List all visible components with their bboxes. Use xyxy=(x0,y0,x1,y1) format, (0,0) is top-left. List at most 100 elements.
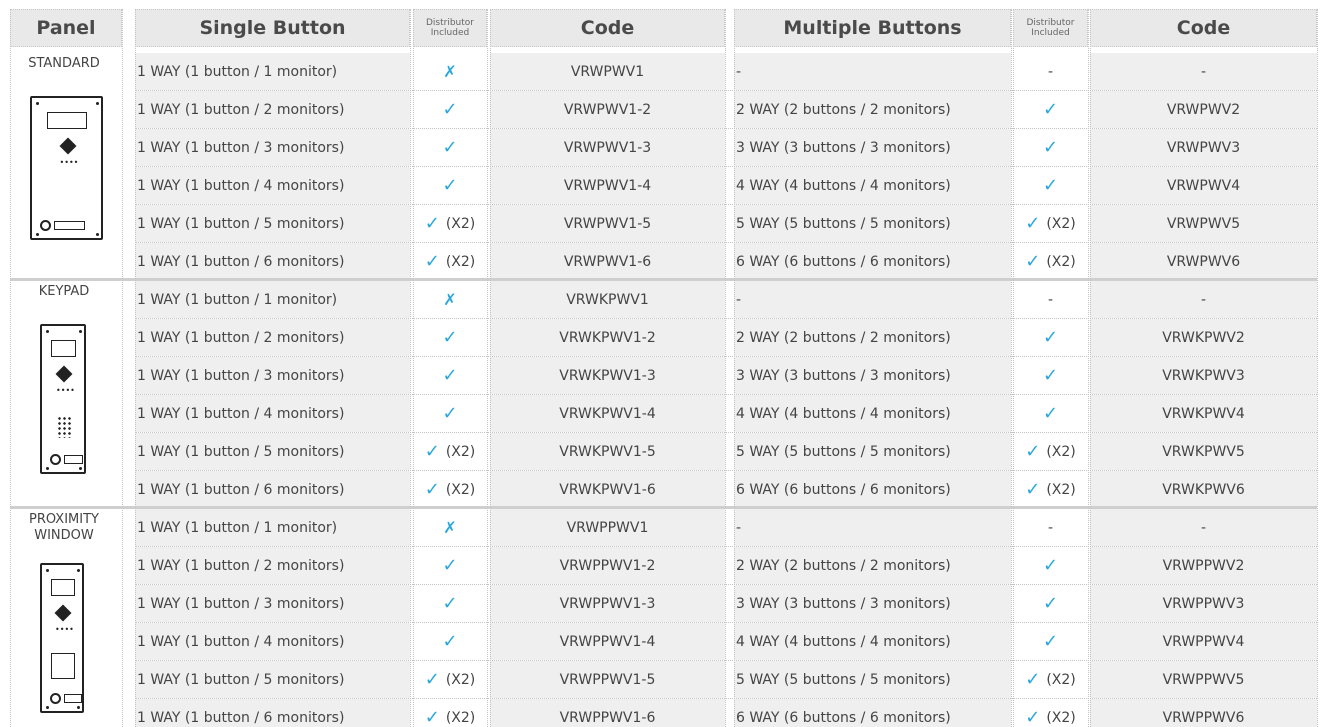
table-cell-dist1: ✗ xyxy=(413,281,487,318)
table-cell-code1: VRWPPWV1 xyxy=(490,509,725,546)
table-cell-code1: VRWKPWV1-3 xyxy=(490,357,725,394)
column-divider xyxy=(1011,9,1012,727)
table-cell-dist2: ✓ xyxy=(1013,167,1088,204)
configuration-text: 1 WAY (1 button / 3 monitors) xyxy=(137,139,345,156)
table-cell-code2: VRWKPWV3 xyxy=(1090,357,1317,394)
column-divider xyxy=(122,9,123,727)
header-distributor-line1: Distributor xyxy=(1026,18,1075,28)
configuration-text: 1 WAY (1 button / 5 monitors) xyxy=(137,671,345,688)
table-cell-code2: VRWPPWV3 xyxy=(1090,585,1317,622)
column-divider xyxy=(1013,9,1014,727)
table-cell-dist2: ✓ xyxy=(1013,357,1088,394)
screw-icon xyxy=(46,330,49,333)
table-cell-multi: 6 WAY (6 buttons / 6 monitors) xyxy=(734,699,1011,727)
screw-icon xyxy=(46,467,49,470)
product-code: VRWKPWV1-5 xyxy=(559,443,656,460)
column-divider xyxy=(734,9,735,727)
product-code: VRWPPWV1-6 xyxy=(559,709,656,726)
table-cell-single: 1 WAY (1 button / 1 monitor) xyxy=(135,281,410,318)
header-multiple-buttons: Multiple Buttons xyxy=(734,9,1011,47)
table-cell-multi: 4 WAY (4 buttons / 4 monitors) xyxy=(734,167,1011,204)
table-cell-dist1: ✓ xyxy=(413,91,487,128)
table-cell-code2: VRWPWV5 xyxy=(1090,205,1317,242)
screw-icon xyxy=(46,706,49,709)
configuration-text: 1 WAY (1 button / 5 monitors) xyxy=(137,215,345,232)
table-cell-dist2: ✓ xyxy=(1013,129,1088,166)
table-cell-dist2: ✓ xyxy=(1013,585,1088,622)
table-cell-multi: 5 WAY (5 buttons / 5 monitors) xyxy=(734,205,1011,242)
configuration-text: 1 WAY (1 button / 1 monitor) xyxy=(137,63,338,80)
dash-text: - xyxy=(1047,291,1054,308)
column-divider xyxy=(487,9,488,727)
table-cell-multi: - xyxy=(734,53,1011,90)
table-cell-dist2: ✓ xyxy=(1013,319,1088,356)
configuration-text: 1 WAY (1 button / 5 monitors) xyxy=(137,443,345,460)
product-code: VRWKPWV6 xyxy=(1162,481,1245,498)
product-code: VRWKPWV1-3 xyxy=(559,367,656,384)
table-cell-dist1: ✓ (X2) xyxy=(413,205,487,242)
call-button-icon xyxy=(50,693,61,704)
speaker-icon xyxy=(55,365,73,383)
check-icon: ✓ xyxy=(1042,555,1059,576)
header-code-1: Code xyxy=(490,9,725,47)
product-code: VRWPPWV2 xyxy=(1162,557,1245,574)
column-divider xyxy=(10,9,11,727)
table-cell-code1: VRWKPWV1-5 xyxy=(490,433,725,470)
table-cell-single: 1 WAY (1 button / 6 monitors) xyxy=(135,699,410,727)
table-cell-code1: VRWPPWV1-5 xyxy=(490,661,725,698)
table-cell-code2: VRWPPWV6 xyxy=(1090,699,1317,727)
configuration-text: 1 WAY (1 button / 3 monitors) xyxy=(137,595,345,612)
configuration-text: 4 WAY (4 buttons / 4 monitors) xyxy=(736,405,951,422)
configuration-text: 1 WAY (1 button / 1 monitor) xyxy=(137,291,338,308)
table-cell-multi: 4 WAY (4 buttons / 4 monitors) xyxy=(734,623,1011,660)
table-cell-code2: VRWPWV6 xyxy=(1090,243,1317,280)
table-cell-code2: VRWKPWV6 xyxy=(1090,471,1317,508)
quantity-badge: (X2) xyxy=(445,709,476,726)
name-label-icon xyxy=(64,694,82,703)
table-cell-dist2: ✓ xyxy=(1013,547,1088,584)
column-divider xyxy=(410,9,411,727)
panel-name: KEYPAD xyxy=(38,284,90,299)
check-icon: ✓ xyxy=(1025,213,1041,234)
configuration-text: 3 WAY (3 buttons / 3 monitors) xyxy=(736,367,951,384)
screw-icon xyxy=(79,330,82,333)
table-cell-dist2: ✓ xyxy=(1013,623,1088,660)
table-cell-code1: VRWPPWV1-2 xyxy=(490,547,725,584)
screw-icon xyxy=(77,706,80,709)
check-icon: ✓ xyxy=(442,175,458,196)
check-icon: ✓ xyxy=(442,403,458,424)
check-icon: ✓ xyxy=(1025,707,1041,727)
table-cell-single: 1 WAY (1 button / 2 monitors) xyxy=(135,319,410,356)
column-divider xyxy=(1317,9,1318,727)
screw-icon xyxy=(36,102,39,105)
table-cell-single: 1 WAY (1 button / 1 monitor) xyxy=(135,53,410,90)
table-cell-multi: 2 WAY (2 buttons / 2 monitors) xyxy=(734,91,1011,128)
header-distributor-line2: Included xyxy=(430,28,470,38)
configuration-text: 6 WAY (6 buttons / 6 monitors) xyxy=(736,709,951,726)
panel-name: STANDARD xyxy=(28,56,100,71)
quantity-badge: (X2) xyxy=(1046,253,1076,270)
screw-icon xyxy=(36,233,39,236)
configuration-text: 4 WAY (4 buttons / 4 monitors) xyxy=(736,177,951,194)
configuration-text: 1 WAY (1 button / 3 monitors) xyxy=(137,367,345,384)
name-label-icon xyxy=(64,455,83,464)
table-cell-multi: 3 WAY (3 buttons / 3 monitors) xyxy=(734,129,1011,166)
table-cell-dist1: ✓ (X2) xyxy=(413,471,487,508)
camera-window-icon xyxy=(47,112,87,129)
quantity-badge: (X2) xyxy=(1046,443,1076,460)
product-code: VRWPPWV4 xyxy=(1162,633,1245,650)
configuration-text: 1 WAY (1 button / 6 monitors) xyxy=(137,253,345,270)
table-cell-code1: VRWPPWV1-6 xyxy=(490,699,725,727)
table-cell-single: 1 WAY (1 button / 3 monitors) xyxy=(135,129,410,166)
product-code: VRWPWV1-6 xyxy=(563,253,652,270)
quantity-badge: (X2) xyxy=(1046,709,1076,726)
table-cell-dist1: ✓ xyxy=(413,547,487,584)
product-code: VRWPWV1 xyxy=(570,63,645,80)
name-label-icon xyxy=(54,221,85,230)
product-code: VRWPPWV5 xyxy=(1162,671,1245,688)
product-code: VRWPWV3 xyxy=(1166,139,1241,156)
product-code: VRWKPWV1-2 xyxy=(559,329,656,346)
quantity-badge: (X2) xyxy=(1046,671,1076,688)
configuration-text: 1 WAY (1 button / 4 monitors) xyxy=(137,633,345,650)
table-cell-dist1: ✓ (X2) xyxy=(413,433,487,470)
